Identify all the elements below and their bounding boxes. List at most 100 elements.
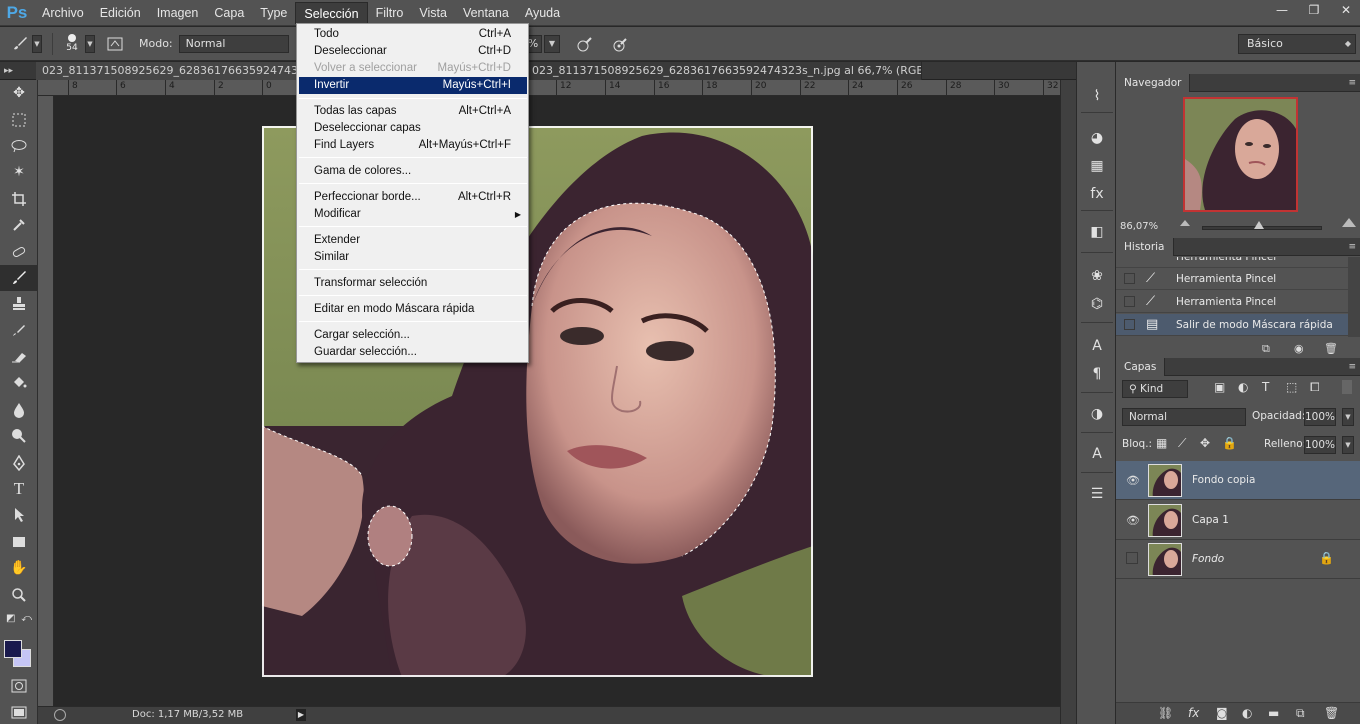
crop-tool-icon[interactable] [0, 186, 38, 212]
new-document-from-state-icon[interactable]: ⧉ [1262, 342, 1270, 356]
canvas-area[interactable] [54, 96, 1060, 706]
history-item[interactable]: ⟋ Herramienta Pincel [1116, 291, 1348, 313]
hand-tool-icon[interactable]: ✋ [0, 555, 38, 581]
zoom-slider-handle[interactable] [1254, 221, 1264, 229]
layer-comps-icon[interactable]: ☰ [1085, 482, 1109, 506]
filter-pixel-icon[interactable]: ▣ [1214, 380, 1225, 394]
channels-icon[interactable]: ❀ [1085, 264, 1109, 288]
styles-fx-icon[interactable]: fx [1085, 182, 1109, 206]
menu-edicion[interactable]: Edición [92, 2, 149, 24]
new-layer-icon[interactable]: ⧉ [1296, 706, 1305, 721]
blur-tool-icon[interactable] [0, 397, 38, 423]
group-folder-icon[interactable]: ▬ [1268, 706, 1279, 720]
adjustments-icon[interactable]: ◧ [1085, 220, 1109, 244]
history-tab[interactable]: Historia [1116, 238, 1174, 256]
panel-menu-icon[interactable]: ≡ [1348, 238, 1356, 256]
tool-presets-icon[interactable]: ⌇ [1085, 84, 1109, 108]
add-mask-icon[interactable]: ◙ [1216, 706, 1228, 720]
brush-picker-dropdown[interactable]: ▼ [85, 34, 95, 53]
menu-item-todo[interactable]: Todo Ctrl+A [299, 26, 527, 43]
quick-selection-tool-icon[interactable]: ✶ [0, 159, 38, 185]
layer-row-fondo[interactable]: Fondo 🔒 [1116, 540, 1360, 579]
zoom-tool-icon[interactable] [0, 581, 38, 607]
layers-tab[interactable]: Capas [1116, 358, 1166, 376]
filter-adjustment-icon[interactable]: ◐ [1238, 380, 1248, 394]
opacity-dropdown[interactable]: ▼ [1342, 408, 1354, 426]
history-snapshot-checkbox[interactable] [1124, 319, 1135, 330]
quick-mask-icon[interactable] [0, 673, 38, 699]
panel-menu-icon[interactable]: ≡ [1348, 74, 1356, 92]
menu-archivo[interactable]: Archivo [34, 2, 92, 24]
brush-size-preview[interactable]: 54 [59, 31, 85, 57]
eraser-tool-icon[interactable] [0, 344, 38, 370]
history-item[interactable]: ⟋ Herramienta Pincel [1116, 268, 1348, 290]
lock-all-icon[interactable]: 🔒 [1222, 436, 1237, 450]
close-button[interactable]: ✕ [1332, 0, 1360, 20]
menu-item-deseleccionar-capas[interactable]: Deseleccionar capas [299, 120, 527, 137]
adjustment-layer-icon[interactable]: ◐ [1242, 706, 1252, 720]
pen-tool-icon[interactable] [0, 449, 38, 475]
airbrush-icon[interactable] [610, 35, 630, 55]
history-snapshot-checkbox[interactable] [1124, 273, 1135, 284]
character-styles-icon[interactable]: A [1085, 442, 1109, 466]
color-panel-icon[interactable]: ◕ [1085, 126, 1109, 150]
menu-ventana[interactable]: Ventana [455, 2, 517, 24]
history-item-selected[interactable]: ▤ Salir de modo Máscara rápida [1116, 314, 1348, 336]
document-tab-1[interactable]: 023_811371508925629_6283617663592474323_… [36, 62, 298, 80]
move-tool-icon[interactable]: ✥ [0, 80, 38, 106]
pressure-opacity-icon[interactable] [574, 35, 594, 55]
layer-row-capa-1[interactable]: 👁 Capa 1 [1116, 501, 1360, 540]
menu-item-todas-las-capas[interactable]: Todas las capas Alt+Ctrl+A [299, 103, 527, 120]
filter-type-icon[interactable]: T [1262, 380, 1269, 394]
menu-type[interactable]: Type [252, 2, 295, 24]
history-brush-tool-icon[interactable] [0, 318, 38, 344]
brush-presets-icon[interactable]: ◑ [1085, 402, 1109, 426]
menu-item-extender[interactable]: Extender [299, 232, 527, 249]
brush-panel-icon[interactable] [103, 32, 127, 56]
marquee-tool-icon[interactable] [0, 106, 38, 132]
dodge-tool-icon[interactable] [0, 423, 38, 449]
restore-button[interactable]: ❐ [1300, 0, 1328, 20]
menu-filtro[interactable]: Filtro [368, 2, 412, 24]
fill-dropdown[interactable]: ▼ [1342, 436, 1354, 454]
paint-bucket-tool-icon[interactable] [0, 370, 38, 396]
swatches-icon[interactable]: ▦ [1085, 154, 1109, 178]
menu-item-perfeccionar-borde[interactable]: Perfeccionar borde... Alt+Ctrl+R [299, 189, 527, 206]
default-colors-icon[interactable]: ◩ [6, 613, 15, 624]
camera-snapshot-icon[interactable]: ◉ [1294, 342, 1304, 355]
menu-capa[interactable]: Capa [206, 2, 252, 24]
layer-row-fondo-copia[interactable]: 👁 Fondo copia [1116, 461, 1360, 500]
document-tab-2[interactable]: 023_811371508925629_6283617663592474323s… [526, 62, 922, 80]
panel-menu-icon[interactable]: ≡ [1348, 358, 1356, 376]
brush-tool-icon[interactable] [8, 32, 32, 56]
opacity-dropdown[interactable]: ▼ [544, 35, 560, 53]
tool-preset-dropdown[interactable]: ▼ [32, 34, 42, 53]
eyedropper-tool-icon[interactable] [0, 212, 38, 238]
minimize-button[interactable]: — [1268, 0, 1296, 20]
menu-item-gama-de-colores[interactable]: Gama de colores... [299, 163, 527, 180]
filter-toggle[interactable] [1342, 380, 1352, 394]
menu-item-deseleccionar[interactable]: Deseleccionar Ctrl+D [299, 43, 527, 60]
layer-filter-kind[interactable]: ⚲ Kind [1122, 380, 1188, 398]
navigator-preview[interactable] [1183, 97, 1298, 212]
layer-style-fx-icon[interactable]: fx [1188, 706, 1199, 720]
zoom-in-icon[interactable] [1342, 218, 1356, 227]
canvas-vertical-scrollbar[interactable] [1060, 80, 1076, 724]
menu-item-cargar-seleccion[interactable]: Cargar selección... [299, 327, 527, 344]
menu-item-transformar-seleccion[interactable]: Transformar selección [299, 275, 527, 292]
character-panel-icon[interactable]: A [1085, 334, 1109, 358]
menu-item-invertir[interactable]: Invertir Mayús+Ctrl+I [299, 77, 527, 94]
navigator-tab[interactable]: Navegador [1116, 74, 1191, 92]
delete-layer-icon[interactable]: 🗑 [1324, 706, 1339, 720]
lock-image-icon[interactable]: ⟋ [1178, 436, 1186, 451]
menu-item-similar[interactable]: Similar [299, 249, 527, 266]
zoom-out-icon[interactable] [1180, 220, 1190, 226]
healing-brush-tool-icon[interactable] [0, 238, 38, 264]
visibility-toggle-off[interactable] [1126, 552, 1138, 564]
menu-item-modificar[interactable]: Modificar ▶ [299, 206, 527, 223]
type-tool-icon[interactable]: T [0, 476, 38, 502]
menu-ayuda[interactable]: Ayuda [517, 2, 568, 24]
lasso-tool-icon[interactable] [0, 133, 38, 159]
lock-position-icon[interactable]: ✥ [1200, 436, 1210, 450]
history-item[interactable]: Herramienta Pincel [1116, 257, 1348, 268]
